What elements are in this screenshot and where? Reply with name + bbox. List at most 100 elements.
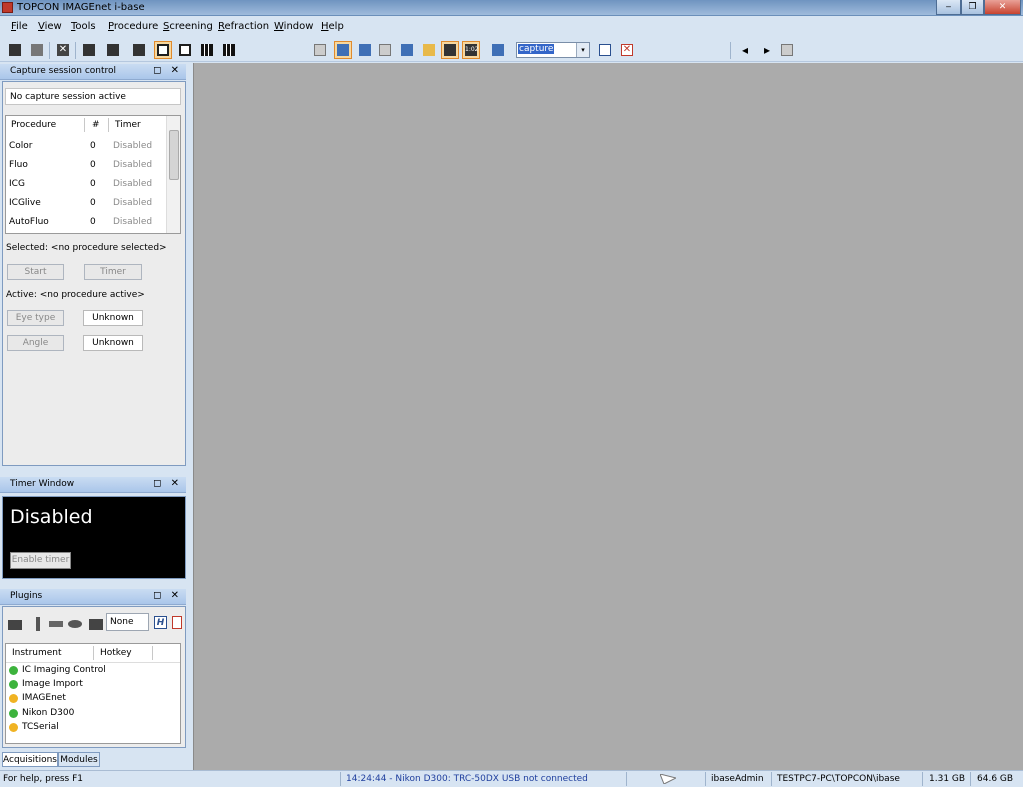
procedure-count: 0 [90, 198, 96, 208]
procedure-count: 0 [90, 217, 96, 227]
maximize-button[interactable]: ❐ [961, 0, 984, 15]
menu-bar: File View Tools Procedure Screening Refr… [0, 17, 1023, 37]
column-header-hotkey[interactable]: Hotkey [100, 648, 132, 658]
save-all-icon[interactable] [28, 41, 46, 59]
layout-4x4-icon[interactable] [220, 41, 238, 59]
menu-view[interactable]: View [38, 21, 62, 32]
plugin-selector[interactable]: None [106, 613, 149, 631]
chevron-down-icon[interactable]: ▾ [576, 43, 589, 57]
timer-button[interactable]: Timer [84, 264, 142, 280]
monitor-icon[interactable] [441, 41, 459, 59]
title-bar: TOPCON IMAGEnet i-base ‒ ❐ ✕ [0, 0, 1023, 16]
column-header-count[interactable]: # [92, 120, 100, 130]
main-workspace[interactable] [193, 63, 1023, 770]
column-header-instrument[interactable]: Instrument [12, 648, 62, 658]
close-window-icon[interactable]: ✕ [618, 41, 636, 59]
procedure-name: AutoFluo [9, 217, 49, 227]
print-preview-icon[interactable] [104, 41, 122, 59]
eye-type-button[interactable]: Eye type [7, 310, 64, 326]
session-status: No capture session active [10, 92, 126, 102]
next-icon[interactable]: ▸ [758, 41, 776, 59]
new-window-icon[interactable] [596, 41, 614, 59]
eye-type-value: Unknown [83, 310, 143, 326]
procedure-count: 0 [90, 160, 96, 170]
menu-window[interactable]: Window [274, 21, 313, 32]
scanner-icon[interactable] [88, 616, 104, 632]
menu-procedure[interactable]: Procedure [108, 21, 158, 32]
export-icon[interactable] [311, 41, 329, 59]
layout-3x3-icon[interactable] [198, 41, 216, 59]
layout-1x1-icon[interactable] [176, 41, 194, 59]
cascade-windows-icon[interactable] [489, 41, 507, 59]
menu-file[interactable]: File [11, 21, 28, 32]
status-dot-icon [9, 666, 18, 675]
menu-help[interactable]: Help [321, 21, 344, 32]
measure-icon[interactable] [334, 41, 352, 59]
prev-icon[interactable]: ◂ [736, 41, 754, 59]
patient-yellow-icon[interactable] [420, 41, 438, 59]
close-record-icon[interactable]: ✕ [54, 41, 72, 59]
panel-controls-icon[interactable]: ◻ ✕ [153, 65, 182, 76]
plugins-header: Plugins ◻ ✕ [0, 589, 186, 605]
procedure-timer: Disabled [113, 198, 153, 208]
patient-split-icon[interactable] [398, 41, 416, 59]
current-user: ibaseAdmin [711, 774, 764, 784]
timer-state: Disabled [10, 506, 93, 528]
hotkey-icon[interactable]: H [154, 616, 167, 629]
column-header-timer[interactable]: Timer [115, 120, 141, 130]
procedure-count: 0 [90, 141, 96, 151]
status-bar: For help, press F1 14:24:44 - Nikon D300… [0, 770, 1023, 786]
status-dot-icon [9, 723, 18, 732]
report-icon[interactable] [130, 41, 148, 59]
angle-value: Unknown [83, 335, 143, 351]
selected-procedure-label: Selected: <no procedure selected> [6, 243, 167, 253]
procedure-timer: Disabled [113, 179, 153, 189]
status-dot-icon [9, 709, 18, 718]
instrument-name: IMAGEnet [22, 693, 66, 703]
panel-title: Capture session control [10, 66, 117, 76]
wrench-icon[interactable] [30, 616, 46, 632]
memory-usage: 1.31 GB [929, 774, 966, 784]
procedure-table[interactable]: Procedure # Timer Color 0 Disabled Fluo … [5, 115, 181, 234]
database-path: TESTPC7-PC\TOPCON\ibase [777, 774, 900, 784]
layout-single-icon[interactable] [154, 41, 172, 59]
list-icon[interactable] [376, 41, 394, 59]
pipe-icon[interactable] [48, 616, 64, 632]
tab-acquisitions[interactable]: Acquisitions [2, 752, 58, 767]
window-title: TOPCON IMAGEnet i-base [17, 2, 145, 13]
vertical-scrollbar[interactable] [166, 116, 180, 233]
panel-controls-icon[interactable]: ◻ ✕ [153, 590, 182, 601]
camera-icon[interactable] [7, 616, 23, 632]
minimize-button[interactable]: ‒ [936, 0, 961, 15]
save-icon[interactable] [6, 41, 24, 59]
tab-modules[interactable]: Modules [58, 752, 100, 767]
procedure-timer: Disabled [113, 217, 153, 227]
close-button[interactable]: ✕ [984, 0, 1021, 15]
procedure-name: ICGlive [9, 198, 41, 208]
menu-tools[interactable]: Tools [71, 21, 96, 32]
panel-title: Timer Window [10, 479, 75, 489]
column-header-procedure[interactable]: Procedure [11, 120, 56, 130]
status-dot-icon [9, 694, 18, 703]
fullscreen-icon[interactable] [778, 41, 796, 59]
instrument-list[interactable]: Instrument Hotkey IC Imaging Control Ima… [5, 643, 181, 744]
timer-display-icon[interactable]: 1:02 [462, 41, 480, 59]
print-icon[interactable] [80, 41, 98, 59]
procedure-name: Fluo [9, 160, 28, 170]
procedure-name: ICG [9, 179, 25, 189]
panel-controls-icon[interactable]: ◻ ✕ [153, 478, 182, 489]
enable-timer-button[interactable]: Enable timer [10, 552, 71, 569]
capture-dropdown[interactable]: capture ▾ [516, 42, 590, 58]
eye-icon[interactable] [67, 616, 83, 632]
angle-button[interactable]: Angle [7, 335, 64, 351]
compare-icon[interactable] [356, 41, 374, 59]
status-message: 14:24:44 - Nikon D300: TRC-50DX USB not … [346, 774, 588, 784]
session-status-field: No capture session active [5, 88, 181, 105]
procedure-count: 0 [90, 179, 96, 189]
plugin-extra-icon[interactable] [172, 616, 182, 629]
connection-icon [659, 773, 678, 785]
procedure-name: Color [9, 141, 33, 151]
menu-refraction[interactable]: Refraction [218, 21, 269, 32]
start-button[interactable]: Start [7, 264, 64, 280]
menu-screening[interactable]: Screening [163, 21, 213, 32]
